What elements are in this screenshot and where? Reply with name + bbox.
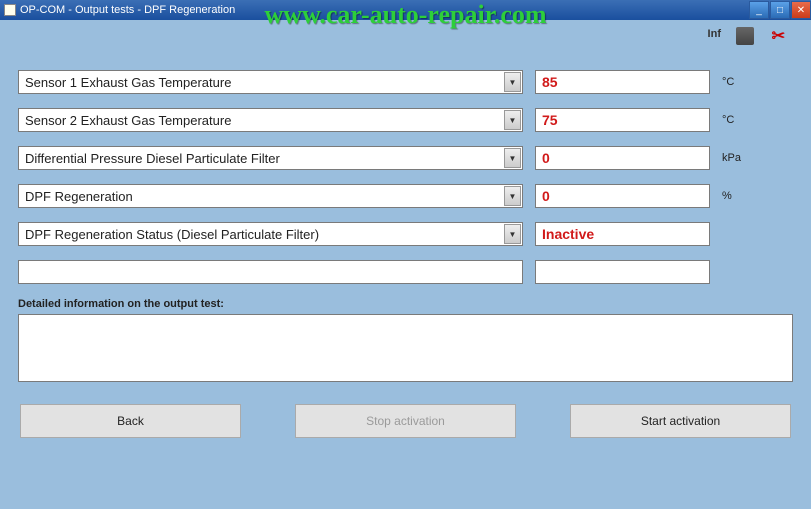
chevron-down-icon[interactable]: ▼ [504, 148, 521, 168]
print-icon[interactable] [736, 27, 754, 45]
data-row: Sensor 1 Exhaust Gas Temperature▼ 85 °C [18, 70, 793, 94]
parameter-value: 85 [535, 70, 710, 94]
parameter-select[interactable]: Differential Pressure Diesel Particulate… [18, 146, 523, 170]
parameter-unit: °C [722, 76, 762, 88]
window-title: OP-COM - Output tests - DPF Regeneration [20, 4, 235, 16]
data-row [18, 260, 793, 284]
data-row: Sensor 2 Exhaust Gas Temperature▼ 75 °C [18, 108, 793, 132]
maximize-button[interactable]: □ [770, 1, 790, 19]
minimize-button[interactable]: _ [749, 1, 769, 19]
parameter-unit: % [722, 190, 762, 202]
stop-activation-button[interactable]: Stop activation [295, 404, 516, 438]
titlebar: OP-COM - Output tests - DPF Regeneration… [0, 0, 811, 20]
info-label: Inf [708, 28, 721, 40]
parameter-unit: °C [722, 114, 762, 126]
data-row: Differential Pressure Diesel Particulate… [18, 146, 793, 170]
chevron-down-icon[interactable]: ▼ [504, 72, 521, 92]
parameter-select[interactable]: DPF Regeneration▼ [18, 184, 523, 208]
chevron-down-icon[interactable]: ▼ [504, 186, 521, 206]
back-button[interactable]: Back [20, 404, 241, 438]
parameter-select[interactable]: Sensor 1 Exhaust Gas Temperature▼ [18, 70, 523, 94]
parameter-value: 0 [535, 146, 710, 170]
main-panel: Inf ✂ Sensor 1 Exhaust Gas Temperature▼ 8… [0, 20, 811, 509]
start-activation-button[interactable]: Start activation [570, 404, 791, 438]
close-button[interactable]: ✕ [791, 1, 811, 19]
parameter-select[interactable]: DPF Regeneration Status (Diesel Particul… [18, 222, 523, 246]
parameter-unit: kPa [722, 152, 762, 164]
data-row: DPF Regeneration Status (Diesel Particul… [18, 222, 793, 246]
chevron-down-icon[interactable]: ▼ [504, 110, 521, 130]
chevron-down-icon[interactable]: ▼ [504, 224, 521, 244]
app-icon [4, 4, 16, 16]
detail-info-box [18, 314, 793, 382]
cut-icon[interactable]: ✂ [772, 26, 785, 46]
parameter-value: Inactive [535, 222, 710, 246]
parameter-select[interactable]: Sensor 2 Exhaust Gas Temperature▼ [18, 108, 523, 132]
detail-info-label: Detailed information on the output test: [18, 298, 793, 310]
parameter-value: 75 [535, 108, 710, 132]
parameter-value: 0 [535, 184, 710, 208]
parameter-value [535, 260, 710, 284]
parameter-select [18, 260, 523, 284]
data-row: DPF Regeneration▼ 0% [18, 184, 793, 208]
